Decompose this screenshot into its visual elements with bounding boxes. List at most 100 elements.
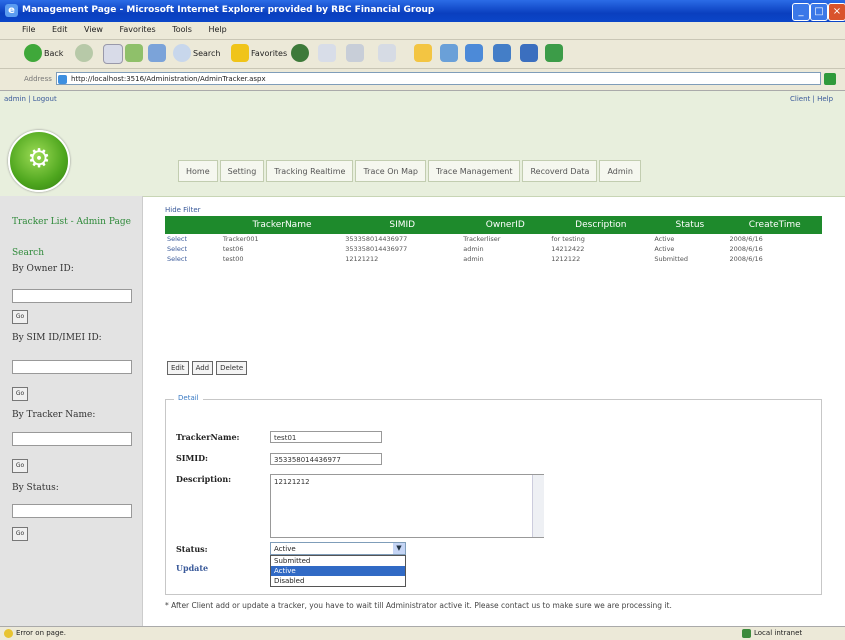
add-button[interactable]: Add: [191, 361, 214, 375]
window-title: Management Page - Microsoft Internet Exp…: [22, 5, 435, 15]
warning-icon[interactable]: [4, 629, 13, 638]
cell-tracker-name: test06: [222, 245, 244, 253]
tracker-name-field-label: TrackerName:: [176, 432, 240, 442]
tracker-go-button[interactable]: Go: [12, 459, 28, 473]
address-label: Address: [24, 75, 52, 83]
status-bar: Error on page. Local intranet: [0, 626, 845, 640]
column-header[interactable]: Status: [652, 216, 728, 234]
owner-go-button[interactable]: Go: [12, 310, 28, 324]
status-zone-text: Local intranet: [754, 629, 803, 637]
cell-create-time: 2008/6/16: [729, 235, 763, 243]
status-select[interactable]: Active: [270, 542, 406, 555]
description-scrollbar[interactable]: [532, 475, 544, 537]
nav-recoverd-data[interactable]: Recoverd Data: [522, 160, 598, 182]
search-icon[interactable]: [173, 44, 191, 62]
sim-go-button[interactable]: Go: [12, 387, 28, 401]
update-link[interactable]: Update: [176, 563, 208, 573]
cell-status: Active: [654, 235, 675, 243]
owner-id-input[interactable]: [12, 289, 132, 303]
menu-favorites[interactable]: Favorites: [120, 25, 156, 34]
nav-tracking-realtime[interactable]: Tracking Realtime: [266, 160, 354, 182]
status-option-submitted[interactable]: Submitted: [271, 556, 405, 566]
edit-icon[interactable]: [378, 44, 396, 62]
go-icon[interactable]: [824, 73, 836, 85]
nav-setting[interactable]: Setting: [219, 160, 265, 182]
owner-id-label: By Owner ID:: [12, 264, 74, 274]
address-input[interactable]: http://localhost:3516/Administration/Adm…: [56, 72, 821, 85]
sim-id-input[interactable]: [12, 360, 132, 374]
action-buttons: Edit Add Delete: [167, 361, 248, 375]
client-help-links[interactable]: Client | Help: [790, 95, 833, 103]
column-header[interactable]: OwnerID: [461, 216, 550, 234]
simid-field[interactable]: 353358014436977: [270, 453, 382, 465]
favorites-icon[interactable]: [231, 44, 249, 62]
minimize-button[interactable]: _: [792, 3, 810, 21]
favorites-label[interactable]: Favorites: [251, 49, 287, 58]
back-icon[interactable]: [24, 44, 42, 62]
search-label[interactable]: Search: [193, 49, 220, 58]
chevron-down-icon[interactable]: ▼: [393, 543, 405, 554]
table-row: Select test00 12121212 admin 1212122 Sub…: [165, 254, 822, 264]
sim-id-label: By SIM ID/IMEI ID:: [12, 333, 102, 343]
status-option-disabled[interactable]: Disabled: [271, 576, 405, 586]
status-filter-input[interactable]: [12, 504, 132, 518]
menu-file[interactable]: File: [22, 25, 35, 34]
column-header[interactable]: Description: [549, 216, 653, 234]
forward-icon[interactable]: [75, 44, 93, 62]
history-icon[interactable]: [291, 44, 309, 62]
mail-icon[interactable]: [318, 44, 336, 62]
nav-home[interactable]: Home: [178, 160, 218, 182]
edit-button[interactable]: Edit: [167, 361, 189, 375]
table-row: Select Tracker001 353358014436977 Tracke…: [165, 234, 822, 244]
description-field-label: Description:: [176, 474, 232, 484]
note-text: * After Client add or update a tracker, …: [165, 601, 672, 610]
folder-icon[interactable]: [414, 44, 432, 62]
column-header[interactable]: CreateTime: [727, 216, 822, 234]
research-icon[interactable]: [465, 44, 483, 62]
status-left-text[interactable]: Error on page.: [16, 629, 66, 637]
select-link[interactable]: Select: [165, 234, 221, 244]
detail-legend: Detail: [174, 394, 203, 402]
column-header[interactable]: TrackerName: [220, 216, 344, 234]
select-link[interactable]: Select: [165, 244, 221, 254]
nav-trace-management[interactable]: Trace Management: [428, 160, 521, 182]
status-option-active[interactable]: Active: [271, 566, 405, 576]
maximize-button[interactable]: □: [810, 3, 828, 21]
gear-icon: ⚙: [27, 144, 51, 174]
tracker-name-label: By Tracker Name:: [12, 410, 96, 420]
back-label[interactable]: Back: [44, 49, 63, 58]
delete-button[interactable]: Delete: [216, 361, 248, 375]
cell-simid: 353358014436977: [345, 235, 408, 243]
hide-filter-link[interactable]: Hide Filter: [165, 206, 201, 214]
nav-trace-on-map[interactable]: Trace On Map: [355, 160, 427, 182]
messenger-icon[interactable]: [440, 44, 458, 62]
cell-simid: 353358014436977: [345, 245, 408, 253]
sidebar-search-link[interactable]: Search: [12, 248, 44, 258]
plugin-icon[interactable]: [545, 44, 563, 62]
cell-description: 1212122: [551, 255, 581, 263]
tracker-name-input[interactable]: [12, 432, 132, 446]
home-icon[interactable]: [148, 44, 166, 62]
tool-icon[interactable]: [493, 44, 511, 62]
cell-create-time: 2008/6/16: [729, 255, 763, 263]
close-button[interactable]: ×: [828, 3, 845, 21]
status-go-button[interactable]: Go: [12, 527, 28, 541]
nav-admin[interactable]: Admin: [599, 160, 641, 182]
print-icon[interactable]: [346, 44, 364, 62]
tracker-name-field[interactable]: test01: [270, 431, 382, 443]
select-link[interactable]: Select: [165, 254, 221, 264]
menu-view[interactable]: View: [84, 25, 103, 34]
refresh-icon[interactable]: [125, 44, 143, 62]
menu-edit[interactable]: Edit: [52, 25, 68, 34]
description-textarea[interactable]: 12121212: [270, 474, 544, 538]
stop-icon[interactable]: [103, 44, 123, 64]
page-icon: [58, 75, 67, 84]
grid-icon[interactable]: [520, 44, 538, 62]
user-links[interactable]: admin | Logout: [4, 95, 57, 103]
intranet-icon: [742, 629, 751, 638]
column-header[interactable]: SIMID: [343, 216, 462, 234]
cell-owner-id: admin: [463, 255, 484, 263]
cell-owner-id: admin: [463, 245, 484, 253]
menu-tools[interactable]: Tools: [172, 25, 192, 34]
menu-help[interactable]: Help: [208, 25, 226, 34]
